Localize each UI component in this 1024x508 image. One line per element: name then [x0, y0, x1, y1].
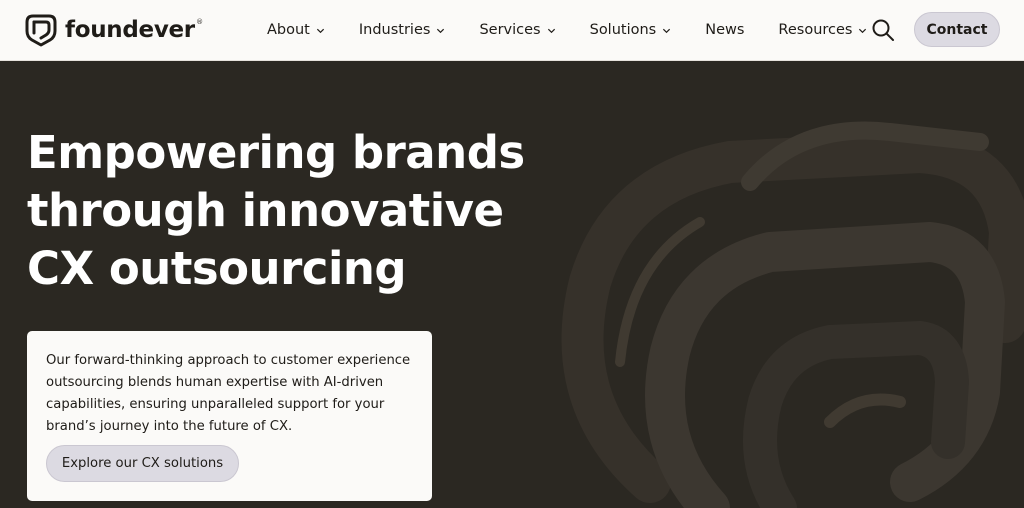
page: foundever ® About Industries Services Sol… [0, 0, 1024, 508]
hero-description-line: outsourcing blends human expertise with … [46, 375, 384, 390]
registered-mark: ® [196, 18, 203, 26]
nav-item-label: Solutions [589, 22, 657, 38]
hero-description-line: Our forward-thinking approach to custome… [46, 353, 411, 368]
chevron-down-icon [859, 28, 867, 34]
main-nav: About Industries Services Solutions News… [256, 0, 867, 60]
nav-item-label: News [705, 22, 745, 38]
chevron-down-icon [663, 28, 671, 34]
nav-item-industries[interactable]: Industries [359, 22, 446, 38]
logo-wordmark: foundever ® [65, 17, 203, 43]
hero-description: Our forward-thinking approach to custome… [46, 350, 413, 438]
hero-description-line: brand’s journey into the future of CX. [46, 419, 293, 434]
nav-item-resources[interactable]: Resources [778, 22, 867, 38]
nav-item-label: Services [479, 22, 541, 38]
hero-title: Empowering brands through innovative CX … [27, 124, 547, 298]
hero-title-line: through innovative [27, 184, 504, 237]
nav-item-solutions[interactable]: Solutions [590, 22, 672, 38]
hero-title-line: CX outsourcing [27, 242, 407, 295]
hero-title-line: Empowering brands [27, 126, 525, 179]
chevron-down-icon [437, 28, 445, 34]
foundever-logo-icon [25, 14, 57, 47]
nav-item-about[interactable]: About [267, 22, 325, 38]
contact-button[interactable]: Contact [914, 12, 1000, 47]
site-header: foundever ® About Industries Services Sol… [0, 0, 1024, 61]
nav-item-services[interactable]: Services [479, 22, 555, 38]
search-icon[interactable] [871, 18, 895, 42]
nav-item-label: Resources [778, 22, 853, 38]
hero-card: Our forward-thinking approach to custome… [27, 331, 432, 501]
chevron-down-icon [316, 28, 324, 34]
explore-cx-solutions-button[interactable]: Explore our CX solutions [46, 445, 239, 482]
nav-item-label: Industries [358, 22, 431, 38]
logo[interactable]: foundever ® [24, 11, 203, 49]
nav-item-label: About [267, 22, 310, 38]
hero-description-line: capabilities, ensuring unparalleled supp… [46, 397, 385, 412]
hero-background-graphic [561, 121, 1024, 508]
chevron-down-icon [547, 28, 555, 34]
nav-item-news[interactable]: News [705, 22, 744, 38]
